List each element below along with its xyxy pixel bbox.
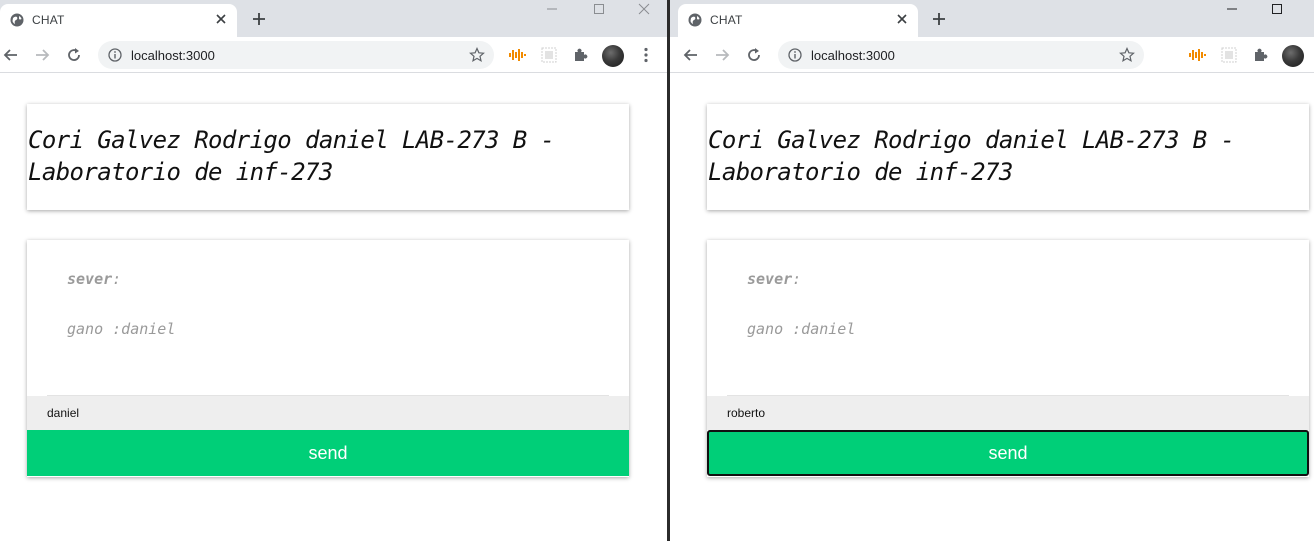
extension-grid-icon[interactable] <box>1220 46 1238 64</box>
new-tab-icon[interactable] <box>931 11 947 27</box>
maximize-icon[interactable] <box>592 2 606 16</box>
chat-message: gano :daniel <box>67 320 175 338</box>
send-button[interactable]: send <box>707 430 1309 476</box>
handle-input[interactable] <box>27 396 629 430</box>
address-bar[interactable]: localhost:3000 <box>98 41 494 69</box>
address-url: localhost:3000 <box>131 48 215 63</box>
chat-message: gano :daniel <box>747 320 855 338</box>
minimize-icon[interactable] <box>545 2 559 16</box>
title-card: Cori Galvez Rodrigo daniel LAB-273 B - L… <box>707 104 1309 210</box>
title-card: Cori Galvez Rodrigo daniel LAB-273 B - L… <box>27 104 629 210</box>
new-tab-icon[interactable] <box>251 11 267 27</box>
bookmark-star-icon[interactable] <box>1119 47 1135 63</box>
page-title-line-2: Laboratorio de inf-273 <box>708 158 1013 186</box>
browser-toolbar: localhost:3000 <box>0 37 668 73</box>
page-title: Cori Galvez Rodrigo daniel LAB-273 B - L… <box>708 124 1309 188</box>
tab-chat[interactable]: CHAT <box>0 4 237 37</box>
extensions-puzzle-icon[interactable] <box>571 46 589 64</box>
tab-strip: CHAT <box>0 0 668 37</box>
message-author: sever <box>67 270 113 288</box>
message-text: gano :daniel <box>747 320 856 338</box>
info-icon[interactable] <box>788 48 802 62</box>
page-title-line-1: Cori Galvez Rodrigo daniel LAB-273 B - <box>708 126 1235 154</box>
extension-grid-icon[interactable] <box>540 46 558 64</box>
back-arrow-icon[interactable] <box>682 46 700 64</box>
message-separator: : <box>112 270 122 288</box>
close-tab-icon[interactable] <box>213 11 229 27</box>
extensions-puzzle-icon[interactable] <box>1251 46 1269 64</box>
message-separator: : <box>792 270 802 288</box>
maximize-icon[interactable] <box>1270 2 1284 16</box>
reload-icon[interactable] <box>65 46 83 64</box>
browser-toolbar: localhost:3000 <box>670 37 1314 73</box>
tab-title: CHAT <box>32 13 65 27</box>
message-author: sever <box>747 270 793 288</box>
audio-record-icon[interactable] <box>508 46 526 64</box>
page-viewport: Cori Galvez Rodrigo daniel LAB-273 B - L… <box>670 74 1314 541</box>
page-title-line-1: Cori Galvez Rodrigo daniel LAB-273 B - <box>28 126 555 154</box>
address-bar[interactable]: localhost:3000 <box>778 41 1144 69</box>
forward-arrow-icon[interactable] <box>33 46 51 64</box>
address-url: localhost:3000 <box>811 48 895 63</box>
tab-title: CHAT <box>710 13 743 27</box>
send-button[interactable]: send <box>27 430 629 476</box>
page-viewport: Cori Galvez Rodrigo daniel LAB-273 B - L… <box>0 74 668 541</box>
close-window-icon[interactable] <box>637 2 651 16</box>
bookmark-star-icon[interactable] <box>469 47 485 63</box>
globe-icon <box>10 13 24 27</box>
message-text: gano :daniel <box>67 320 176 338</box>
info-icon[interactable] <box>108 48 122 62</box>
page-title: Cori Galvez Rodrigo daniel LAB-273 B - L… <box>28 124 629 188</box>
minimize-icon[interactable] <box>1225 2 1239 16</box>
profile-avatar[interactable] <box>1282 45 1304 67</box>
browser-window-right: CHAT localhost:3000 Cori Galvez Rodrigo … <box>670 0 1314 541</box>
profile-avatar[interactable] <box>602 45 624 67</box>
chat-card: sever: gano :daniel send <box>707 240 1309 477</box>
page-title-line-2: Laboratorio de inf-273 <box>28 158 333 186</box>
tab-strip: CHAT <box>670 0 1314 37</box>
more-menu-icon[interactable] <box>637 46 655 64</box>
tab-chat[interactable]: CHAT <box>678 4 918 37</box>
handle-input[interactable] <box>707 396 1309 430</box>
reload-icon[interactable] <box>745 46 763 64</box>
forward-arrow-icon[interactable] <box>713 46 731 64</box>
back-arrow-icon[interactable] <box>2 46 20 64</box>
chat-message: sever: <box>747 270 801 288</box>
browser-window-left: CHAT localhost:3000 Cori Galvez Rodrigo … <box>0 0 668 541</box>
audio-record-icon[interactable] <box>1188 46 1206 64</box>
chat-message: sever: <box>67 270 121 288</box>
close-tab-icon[interactable] <box>894 11 910 27</box>
chat-card: sever: gano :daniel send <box>27 240 629 477</box>
globe-icon <box>688 13 702 27</box>
